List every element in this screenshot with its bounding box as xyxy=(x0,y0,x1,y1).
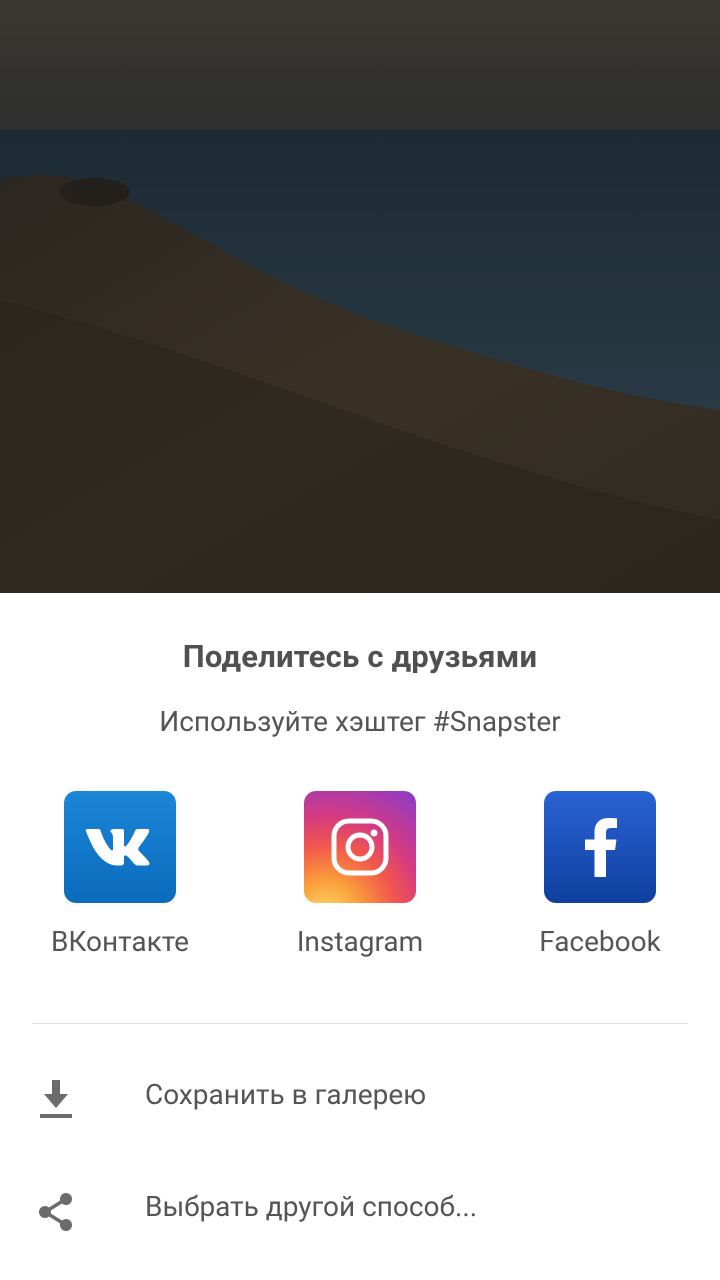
divider xyxy=(32,1023,688,1024)
vk-logo-icon xyxy=(64,791,176,903)
share-app-vk[interactable]: ВКонтакте xyxy=(10,791,230,958)
share-sheet: Поделитесь с друзьями Используйте хэштег… xyxy=(0,593,720,1280)
save-to-gallery-label: Сохранить в галерею xyxy=(145,1078,427,1111)
share-sheet-subtitle: Используйте хэштег #Snapster xyxy=(159,705,561,738)
facebook-logo-icon xyxy=(544,791,656,903)
instagram-logo-icon xyxy=(304,791,416,903)
share-sheet-title: Поделитесь с друзьями xyxy=(182,638,538,675)
share-icon xyxy=(36,1192,76,1232)
share-other-label: Выбрать другой способ... xyxy=(145,1190,478,1223)
share-other-button[interactable]: Выбрать другой способ... xyxy=(0,1160,720,1260)
share-app-label-instagram: Instagram xyxy=(296,925,424,958)
download-icon xyxy=(36,1080,76,1120)
share-app-facebook[interactable]: Facebook xyxy=(490,791,710,958)
photo-preview xyxy=(0,0,720,593)
share-app-label-vk: ВКонтакте xyxy=(50,925,190,958)
save-to-gallery-button[interactable]: Сохранить в галерею xyxy=(0,1048,720,1148)
share-app-instagram[interactable]: Instagram xyxy=(250,791,470,958)
share-app-label-facebook: Facebook xyxy=(539,925,661,958)
